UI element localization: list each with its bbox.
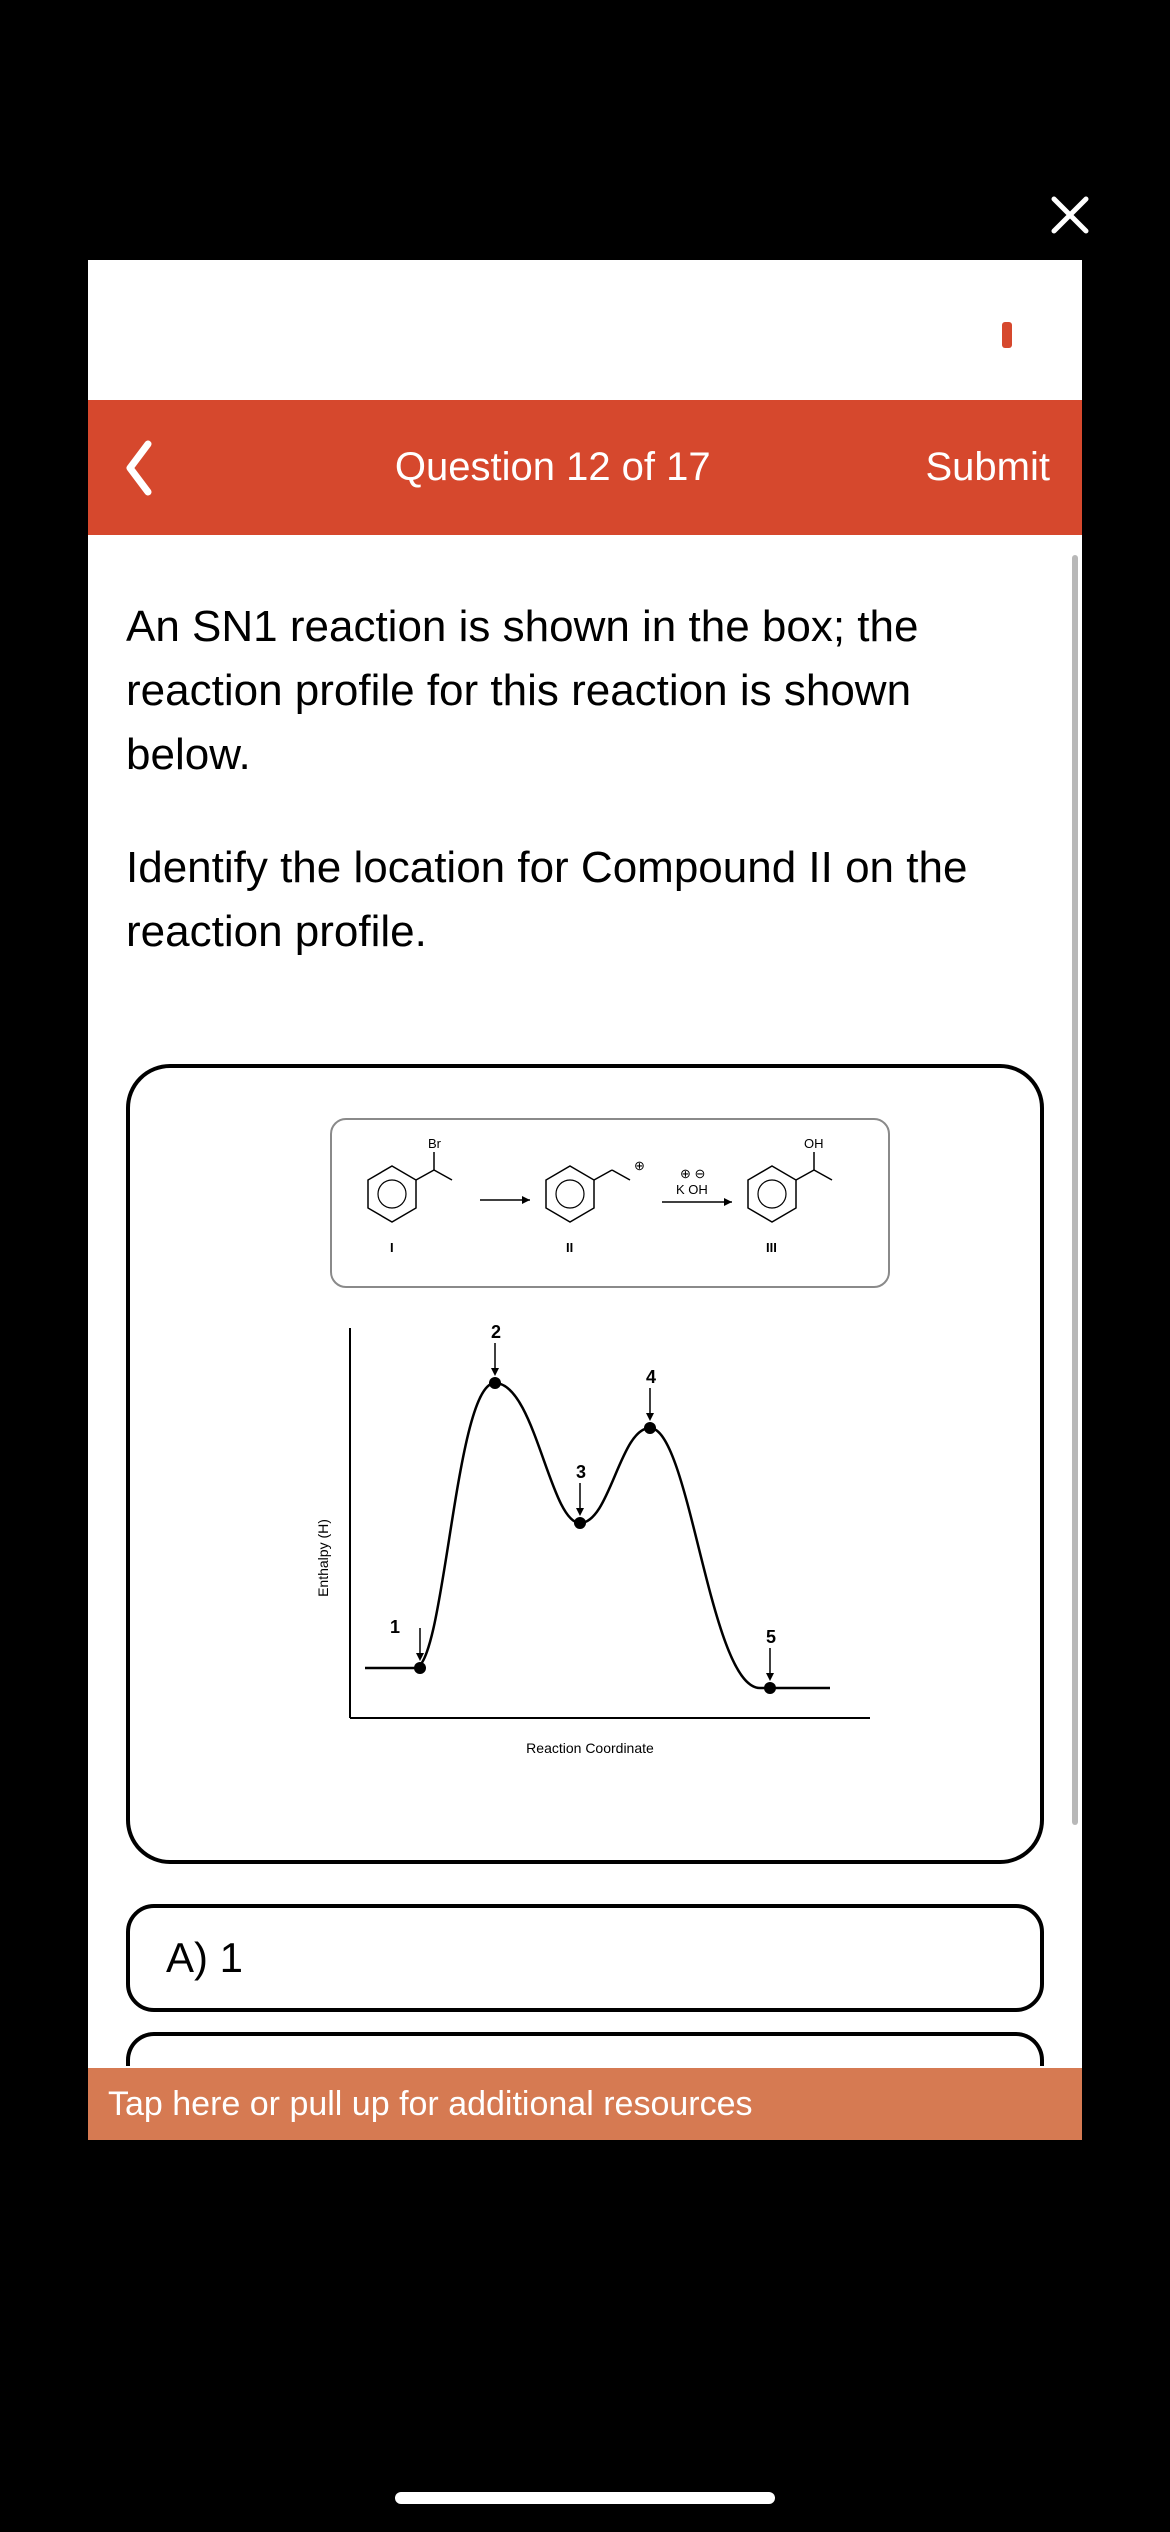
- question-card: Question 12 of 17 Submit An SN1 reaction…: [88, 260, 1082, 2140]
- label-compound-3: III: [766, 1240, 777, 1255]
- label-compound-2: II: [566, 1240, 573, 1255]
- question-navbar: Question 12 of 17 Submit: [88, 400, 1082, 535]
- additional-resources-bar[interactable]: Tap here or pull up for additional resou…: [88, 2068, 1082, 2140]
- question-content: An SN1 reaction is shown in the box; the…: [88, 535, 1082, 2140]
- point-label-4: 4: [646, 1367, 656, 1387]
- figure-container: Br I ⊕ II: [126, 1064, 1044, 1864]
- back-button[interactable]: [120, 438, 180, 498]
- close-icon[interactable]: [1045, 190, 1095, 240]
- label-oh: OH: [804, 1136, 824, 1151]
- label-br: Br: [428, 1136, 442, 1151]
- point-label-5: 5: [766, 1627, 776, 1647]
- reaction-scheme-svg: Br I ⊕ II: [332, 1120, 892, 1290]
- label-reagent-charges: ⊕ ⊖: [680, 1166, 705, 1181]
- plot-ylabel: Enthalpy (H): [315, 1519, 331, 1597]
- home-indicator[interactable]: [395, 2492, 775, 2504]
- point-label-1: 1: [390, 1617, 400, 1637]
- reaction-scheme-box: Br I ⊕ II: [330, 1118, 890, 1288]
- answer-option-next-partial[interactable]: [126, 2032, 1044, 2066]
- point-label-3: 3: [576, 1462, 586, 1482]
- question-paragraph-1: An SN1 reaction is shown in the box; the…: [126, 595, 1044, 786]
- screen-root: Question 12 of 17 Submit An SN1 reaction…: [0, 0, 1170, 2532]
- label-reagent: K OH: [676, 1182, 708, 1197]
- label-plus: ⊕: [634, 1158, 645, 1173]
- submit-button[interactable]: Submit: [926, 445, 1051, 490]
- battery-low-indicator: [1002, 322, 1012, 348]
- answer-option-a-label: A) 1: [166, 1934, 243, 1982]
- card-top-strip: [88, 260, 1082, 400]
- additional-resources-label: Tap here or pull up for additional resou…: [108, 2085, 753, 2124]
- label-compound-1: I: [390, 1240, 394, 1255]
- question-text: An SN1 reaction is shown in the box; the…: [88, 535, 1082, 1034]
- point-label-2: 2: [491, 1322, 501, 1342]
- answer-option-a[interactable]: A) 1: [126, 1904, 1044, 2012]
- reaction-profile-plot: Enthalpy (H) Reaction Coordinate: [270, 1298, 910, 1778]
- plot-xlabel: Reaction Coordinate: [526, 1740, 654, 1756]
- question-paragraph-2: Identify the location for Compound II on…: [126, 836, 1044, 964]
- scrollbar[interactable]: [1072, 555, 1078, 1825]
- question-counter: Question 12 of 17: [395, 445, 711, 490]
